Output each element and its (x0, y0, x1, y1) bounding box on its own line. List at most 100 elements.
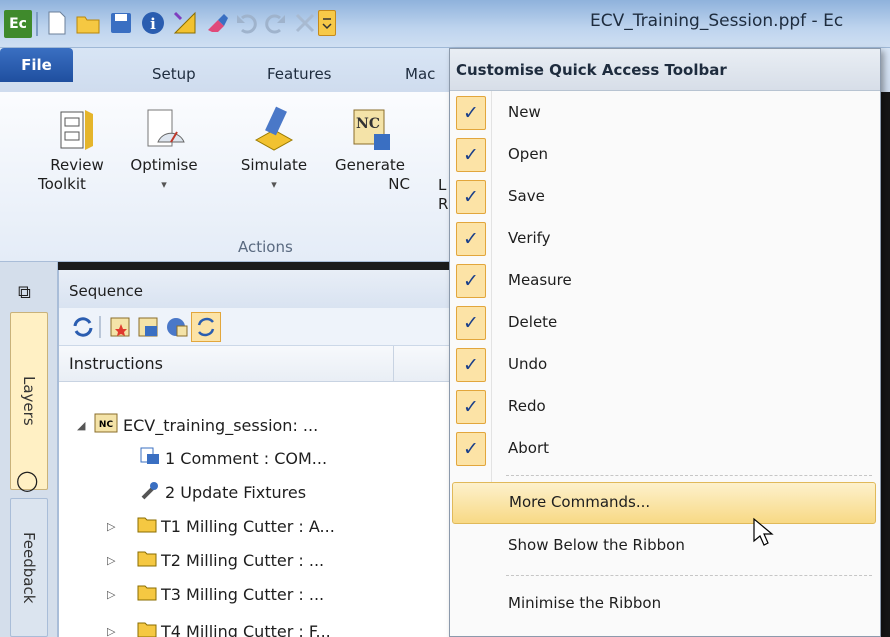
check-icon: ✓ (456, 432, 486, 466)
check-icon: ✓ (456, 222, 486, 256)
optimise-button[interactable]: Optimise ▾ (118, 106, 210, 194)
menu-item-label: New (508, 103, 541, 121)
folder-icon (137, 549, 161, 571)
menu-item-measure[interactable]: ✓ Measure (450, 262, 880, 304)
app-logo[interactable]: Ec (4, 10, 32, 38)
show-below-label: Show Below the Ribbon (508, 536, 685, 554)
expand-arrow-icon[interactable]: ▷ (107, 588, 137, 601)
customise-dropdown-icon[interactable] (318, 10, 336, 36)
check-icon: ✓ (456, 306, 486, 340)
menu-item-undo[interactable]: ✓ Undo (450, 346, 880, 388)
expand-arrow-icon[interactable]: ▷ (107, 625, 137, 637)
instructions-column-header[interactable]: Instructions (59, 346, 450, 382)
menu-item-open[interactable]: ✓ Open (450, 136, 880, 178)
application-window: Ec i ECV_Training_Session.ppf - Ec File … (0, 0, 890, 637)
menu-item-new[interactable]: ✓ New (450, 94, 880, 136)
document-title: ECV_Training_Session.ppf - Ec (590, 11, 844, 31)
minimise-ribbon-item[interactable]: Minimise the Ribbon (450, 585, 880, 627)
menu-item-label: Save (508, 187, 545, 205)
customise-qat-menu: Customise Quick Access Toolbar ✓ New ✓ O… (449, 48, 881, 637)
menu-separator (506, 475, 872, 476)
menu-item-redo[interactable]: ✓ Redo (450, 388, 880, 430)
scroll-star-icon[interactable] (109, 316, 133, 342)
tree-row-root[interactable]: ◢ NC ECV_training_session: ... (77, 412, 318, 438)
tab-file[interactable]: File (0, 48, 73, 82)
menu-item-label: Abort (508, 439, 550, 457)
menu-item-label: Redo (508, 397, 546, 415)
menu-item-delete[interactable]: ✓ Delete (450, 304, 880, 346)
expand-arrow-icon[interactable]: ▷ (107, 520, 137, 533)
tab-machine[interactable]: Mac (405, 65, 435, 83)
gauge-icon (142, 106, 186, 152)
menu-item-abort[interactable]: ✓ Abort (450, 430, 880, 472)
tab-features[interactable]: Features (267, 65, 332, 83)
show-below-ribbon-item[interactable]: Show Below the Ribbon (450, 527, 880, 569)
refresh-icon[interactable] (71, 316, 95, 342)
menu-item-label: Delete (508, 313, 558, 331)
feedback-tab[interactable]: Feedback (10, 498, 48, 637)
abort-icon[interactable] (292, 9, 318, 37)
measure-icon[interactable] (172, 9, 198, 37)
tree-row-label: T2 Milling Cutter : ... (161, 550, 325, 570)
folder-icon (137, 620, 161, 637)
minimise-label: Minimise the Ribbon (508, 594, 662, 612)
save-icon[interactable] (108, 9, 134, 37)
sequence-toolbar (59, 308, 450, 346)
wrench-icon (139, 480, 165, 504)
qat-separator (36, 12, 38, 36)
generate-nc-button[interactable]: NC Generate NC (324, 106, 416, 194)
check-icon: ✓ (456, 138, 486, 172)
tab-setup[interactable]: Setup (152, 65, 196, 83)
collapse-arrow-icon[interactable]: ◢ (77, 419, 93, 432)
scroll-list-icon[interactable] (137, 316, 161, 342)
simulate-dropdown-arrow[interactable]: ▾ (230, 175, 318, 194)
menu-item-save[interactable]: ✓ Save (450, 178, 880, 220)
tree-row-update-fixtures[interactable]: 2 Update Fixtures (139, 480, 306, 504)
tree-row-comment[interactable]: 1 Comment : COM... (139, 446, 327, 470)
redo-icon[interactable] (262, 9, 288, 37)
tree-row-label: 1 Comment : COM... (165, 448, 328, 468)
ribbon-panel: Review Toolkit Optimise ▾ Simulate ▾ NC … (0, 92, 450, 262)
side-tab-strip: ⧉ Layers ◯ Feedback (0, 262, 58, 637)
menu-item-label: Measure (508, 271, 572, 289)
tree-row-t2[interactable]: ▷ T2 Milling Cutter : ... (107, 549, 324, 571)
check-icon: ✓ (456, 264, 486, 298)
tree-row-label: 2 Update Fixtures (165, 482, 307, 502)
title-bar: Ec i ECV_Training_Session.ppf - Ec (0, 0, 890, 48)
svg-text:NC: NC (356, 116, 380, 132)
check-icon: ✓ (456, 180, 486, 214)
delete-icon[interactable] (204, 9, 230, 37)
sync-scroll-icon[interactable] (191, 312, 221, 342)
check-icon: ✓ (456, 348, 486, 382)
tree-row-t4[interactable]: ▷ T4 Milling Cutter : F... (107, 620, 331, 637)
actions-group-label: Actions (238, 238, 293, 256)
nc-scroll-icon: NC (348, 106, 392, 152)
menu-item-label: Undo (508, 355, 548, 373)
toolbar-separator (99, 316, 101, 338)
tree-row-t3[interactable]: ▷ T3 Milling Cutter : ... (107, 583, 324, 605)
tree-row-label: T3 Milling Cutter : ... (161, 584, 325, 604)
simulate-button[interactable]: Simulate ▾ (230, 106, 318, 194)
comment-icon (139, 446, 165, 470)
generate-nc-label-2: NC (388, 175, 410, 193)
folder-icon (137, 583, 161, 605)
tree-row-t1[interactable]: ▷ T1 Milling Cutter : A... (107, 515, 335, 537)
more-commands-item[interactable]: More Commands... (452, 482, 876, 524)
layers-tab[interactable]: Layers (10, 312, 48, 490)
info-icon[interactable]: i (140, 9, 166, 37)
svg-text:NC: NC (99, 420, 114, 430)
feedback-tab-label: Feedback (20, 531, 38, 604)
more-commands-label: More Commands... (509, 493, 651, 511)
open-folder-icon[interactable] (76, 9, 102, 37)
new-document-icon[interactable] (44, 9, 70, 37)
layers-tab-label: Layers (20, 376, 38, 426)
globe-tool-icon[interactable] (165, 316, 189, 342)
review-toolkit-button[interactable]: Review Toolkit (38, 106, 116, 194)
expand-arrow-icon[interactable]: ▷ (107, 554, 137, 567)
optimise-dropdown-arrow[interactable]: ▾ (118, 175, 210, 194)
sequence-panel: Sequence Instructions ◢ NC ECV_training_… (58, 270, 450, 637)
undo-icon[interactable] (234, 9, 260, 37)
menu-item-verify[interactable]: ✓ Verify (450, 220, 880, 262)
simulate-icon (252, 106, 296, 152)
optimise-label: Optimise (130, 156, 198, 174)
